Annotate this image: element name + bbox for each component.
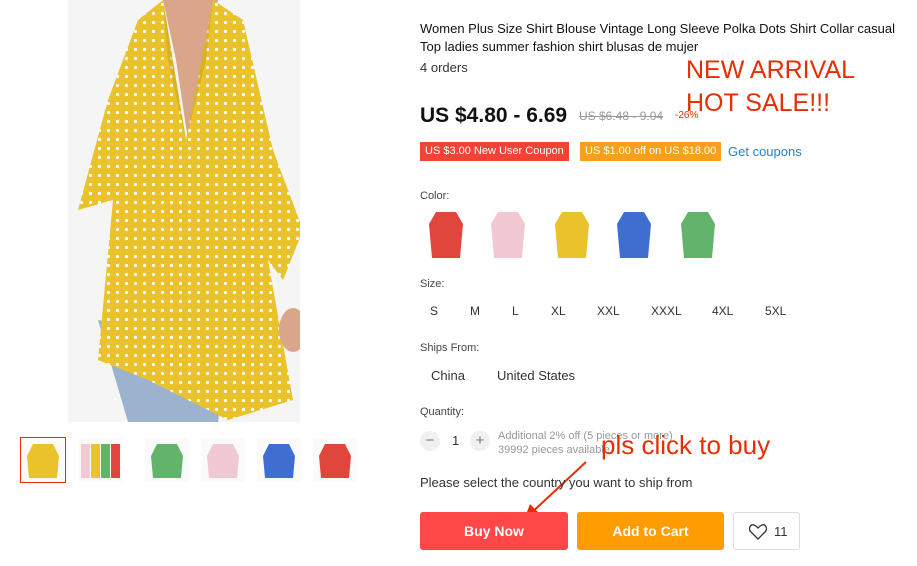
color-swatch-yellow[interactable]	[552, 208, 592, 260]
original-price: US $6.48 - 9.04	[579, 109, 664, 123]
thumbnail-multi[interactable]	[78, 437, 124, 483]
ships-from-china[interactable]: China	[431, 368, 465, 383]
shirt-thumb-icon	[257, 438, 301, 482]
color-swatch-blue[interactable]	[614, 208, 654, 260]
thumbnail-pink[interactable]	[200, 437, 246, 483]
shirt-illustration	[68, 0, 300, 422]
promo-banner: NEW ARRIVAL HOT SALE!!!	[686, 54, 855, 120]
thumbnail-red[interactable]	[312, 437, 358, 483]
shirt-yellow-icon	[555, 212, 589, 258]
color-label: Color:	[420, 190, 450, 202]
shirt-red-icon	[429, 212, 463, 258]
get-coupons-link[interactable]: Get coupons	[728, 144, 802, 159]
thumbnail-yellow[interactable]	[20, 437, 66, 483]
product-main-image[interactable]	[68, 0, 300, 422]
quantity-value[interactable]: 1	[452, 433, 459, 448]
add-to-cart-button[interactable]: Add to Cart	[577, 512, 724, 550]
shirt-thumb-icon	[201, 438, 245, 482]
ships-from-united-states[interactable]: United States	[497, 368, 575, 383]
color-swatch-green[interactable]	[678, 208, 718, 260]
promo-line-1: NEW ARRIVAL	[686, 56, 856, 84]
click-to-buy-annotation: pls click to buy	[601, 430, 771, 460]
buy-now-button[interactable]: Buy Now	[420, 512, 568, 550]
size-label: Size:	[420, 278, 445, 290]
ships-from-label: Ships From:	[420, 342, 480, 354]
shirt-thumb-icon	[79, 438, 123, 482]
color-swatch-red[interactable]	[426, 208, 466, 260]
shirt-pink-icon	[491, 212, 525, 258]
new-user-coupon[interactable]: US $3.00 New User Coupon	[420, 142, 569, 161]
product-title: Women Plus Size Shirt Blouse Vintage Lon…	[420, 21, 895, 54]
discount-badge: -26%	[675, 110, 699, 121]
size-option-5xl[interactable]: 5XL	[765, 304, 786, 318]
order-count: 4 orders	[420, 60, 468, 75]
ship-country-note: Please select the country you want to sh…	[420, 475, 693, 490]
quantity-label: Quantity:	[420, 406, 465, 418]
shirt-green-icon	[681, 212, 715, 258]
thumbnail-green[interactable]	[144, 437, 190, 483]
promo-line-2: HOT SALE!!!	[686, 89, 831, 117]
shirt-blue-icon	[617, 212, 651, 258]
shirt-thumb-icon	[145, 438, 189, 482]
shirt-thumb-icon	[21, 438, 65, 482]
size-option-m[interactable]: M	[470, 304, 480, 318]
store-coupon[interactable]: US $1.00 off on US $18.00	[580, 142, 722, 161]
color-swatch-pink[interactable]	[488, 208, 528, 260]
size-option-xxl[interactable]: XXL	[597, 304, 620, 318]
size-option-l[interactable]: L	[512, 304, 519, 318]
size-option-xl[interactable]: XL	[551, 304, 566, 318]
quantity-minus-button[interactable]: −	[420, 431, 440, 451]
quantity-plus-button[interactable]: +	[470, 431, 490, 451]
shirt-thumb-icon	[313, 438, 357, 482]
heart-icon	[749, 524, 767, 540]
wishlist-button[interactable]: 11	[733, 512, 800, 550]
price: US $4.80 - 6.69	[420, 104, 568, 127]
size-option-xxxl[interactable]: XXXL	[651, 304, 682, 318]
size-option-s[interactable]: S	[430, 304, 438, 318]
size-option-4xl[interactable]: 4XL	[712, 304, 733, 318]
wishlist-count: 11	[774, 524, 788, 539]
thumbnail-blue[interactable]	[256, 437, 302, 483]
